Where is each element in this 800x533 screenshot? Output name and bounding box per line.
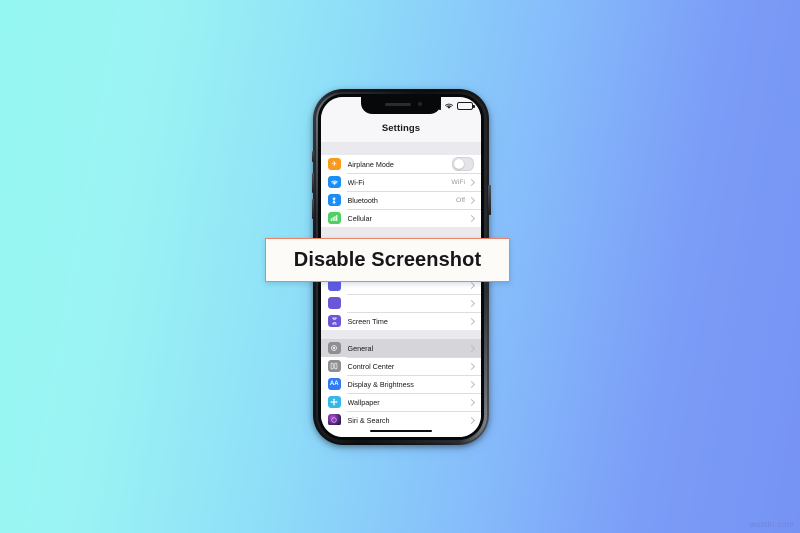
settings-row-general[interactable]: General (321, 339, 481, 357)
placeholder-icon (328, 296, 341, 310)
wifi-icon (445, 103, 453, 109)
gear-icon (328, 341, 341, 355)
row-label: Siri & Search (347, 415, 390, 425)
settings-row-obscured[interactable] (321, 294, 481, 312)
settings-group-connectivity: ✈ Airplane Mode Wi-Fi WiFi Bluetooth Off… (321, 155, 481, 227)
chevron-right-icon (467, 416, 476, 424)
row-value: Off (456, 196, 465, 204)
chevron-right-icon (467, 281, 476, 289)
row-label: Cellular (347, 213, 372, 223)
chevron-right-icon (467, 178, 476, 186)
settings-group-system: General Control Center AA Display & Brig… (321, 339, 481, 437)
airplane-icon: ✈ (328, 157, 341, 171)
row-label: Screen Time (347, 316, 388, 326)
silent-switch-button[interactable] (311, 151, 314, 162)
settings-row-control-center[interactable]: Control Center (321, 357, 481, 375)
chevron-right-icon (467, 317, 476, 325)
row-value: WiFi (451, 178, 465, 186)
cellular-icon (328, 211, 341, 225)
chevron-right-icon (467, 398, 476, 406)
row-label: Display & Brightness (347, 379, 414, 389)
display-brightness-icon: AA (328, 377, 341, 391)
section-gap (321, 142, 481, 155)
home-indicator-area (321, 425, 481, 437)
home-indicator[interactable] (370, 429, 432, 433)
overlay-banner: Disable Screenshot (265, 238, 510, 282)
settings-row-display-brightness[interactable]: AA Display & Brightness (321, 375, 481, 393)
page-title: Settings (321, 117, 481, 142)
airplane-mode-toggle[interactable] (452, 157, 474, 171)
chevron-right-icon (467, 362, 476, 370)
settings-row-bluetooth[interactable]: Bluetooth Off (321, 191, 481, 209)
front-camera-icon (418, 102, 422, 106)
power-button[interactable] (488, 185, 491, 215)
bluetooth-icon (328, 193, 341, 207)
row-label: Wi-Fi (347, 177, 365, 187)
hourglass-icon (328, 314, 341, 328)
row-label: General (347, 343, 374, 353)
chevron-right-icon (467, 344, 476, 352)
chevron-right-icon (467, 299, 476, 307)
wallpaper-icon (328, 395, 341, 409)
settings-row-cellular[interactable]: Cellular (321, 209, 481, 227)
chevron-right-icon (467, 380, 476, 388)
chevron-right-icon (467, 214, 476, 222)
notch (361, 97, 441, 114)
chevron-right-icon (467, 196, 476, 204)
wifi-icon (328, 175, 341, 189)
row-label: Bluetooth (347, 195, 378, 205)
row-label: Control Center (347, 361, 395, 371)
volume-up-button[interactable] (311, 173, 314, 193)
volume-down-button[interactable] (311, 199, 314, 219)
control-center-icon (328, 359, 341, 373)
settings-row-screen-time[interactable]: Screen Time (321, 312, 481, 330)
screenshot-canvas: Settings ✈ Airplane Mode Wi-Fi WiFi Blue… (0, 0, 800, 533)
settings-row-wifi[interactable]: Wi-Fi WiFi (321, 173, 481, 191)
status-bar (321, 97, 481, 117)
settings-row-wallpaper[interactable]: Wallpaper (321, 393, 481, 411)
row-label: Wallpaper (347, 397, 380, 407)
earpiece-speaker-icon (385, 103, 411, 106)
watermark: wsxdn.com (749, 519, 794, 529)
row-label: Airplane Mode (347, 159, 394, 169)
section-gap (321, 330, 481, 339)
overlay-banner-text: Disable Screenshot (293, 248, 482, 271)
settings-row-airplane-mode[interactable]: ✈ Airplane Mode (321, 155, 481, 173)
battery-icon (457, 102, 475, 110)
